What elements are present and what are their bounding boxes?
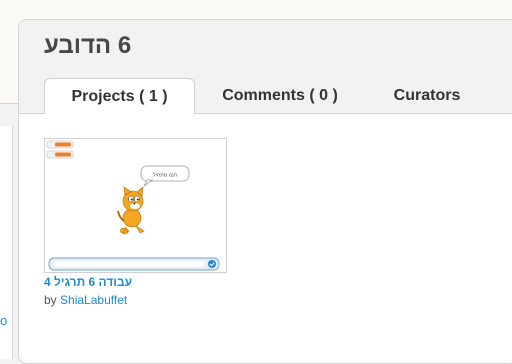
- studio-header: עבודה 6 Projects ( 1 ) Comments ( 0 ) Cu…: [19, 20, 512, 114]
- tab-comments[interactable]: Comments ( 0 ): [215, 78, 345, 114]
- studio-title: עבודה 6: [44, 32, 132, 59]
- ask-input-bar: [48, 257, 220, 271]
- tab-curators[interactable]: Curators: [382, 78, 472, 114]
- left-panel-link-fragment[interactable]: o: [0, 313, 7, 328]
- project-thumbnail[interactable]: הננו מתחיל: [45, 139, 226, 272]
- project-title-link[interactable]: עבודה 6 תרגיל 4: [44, 275, 132, 289]
- background-divider: [0, 103, 18, 104]
- author-link[interactable]: ShiaLabuffet: [60, 293, 127, 307]
- tab-projects[interactable]: Projects ( 1 ): [44, 78, 195, 114]
- check-icon: [208, 260, 216, 268]
- project-thumbnail-card[interactable]: הננו מתחיל: [44, 138, 227, 273]
- by-label: by: [44, 293, 57, 307]
- speech-bubble-text: הננו מתחיל: [153, 172, 177, 179]
- studio-panel: עבודה 6 Projects ( 1 ) Comments ( 0 ) Cu…: [18, 19, 512, 364]
- project-byline: by ShiaLabuffet: [44, 293, 127, 307]
